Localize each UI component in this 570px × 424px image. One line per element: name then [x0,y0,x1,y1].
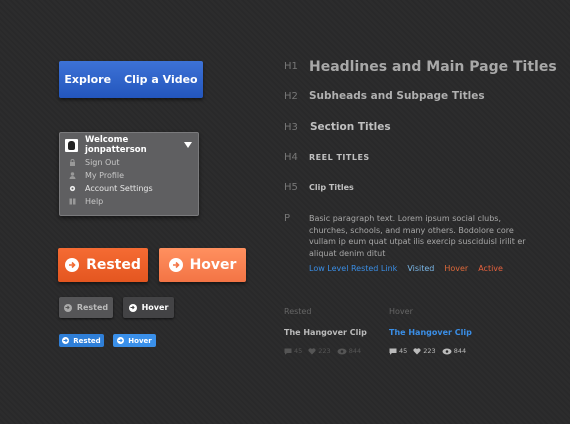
h3-sample: Section Titles [310,121,391,133]
hover-caption: Hover [389,307,413,316]
link-states: Low Level Rested Link Visited Hover Acti… [309,264,503,273]
rested-link[interactable]: Low Level Rested Link [309,264,397,273]
hover-large-button[interactable]: Hover [159,248,246,282]
paragraph-sample: Basic paragraph text. Lorem ipsum social… [309,214,526,258]
p-tag: P [284,213,291,224]
h5-tag: H5 [284,182,298,193]
visited-link[interactable]: Visited [407,264,434,273]
comment-count: 45 [399,347,408,355]
heart-icon [413,347,421,354]
button-label: Rested [76,303,109,312]
rested-small-button[interactable]: Rested [59,297,113,318]
menu-item-help[interactable]: Help [69,197,103,206]
welcome-label: Welcome jonpatterson [85,135,147,155]
menu-item-my-profile[interactable]: My Profile [69,171,124,180]
like-count: 223 [423,347,436,355]
h3-tag: H3 [284,122,298,133]
view-count: 844 [348,347,362,355]
arrow-right-icon [128,303,137,312]
h4-sample: REEL TITLES [309,153,370,162]
button-label: Rested [86,257,141,273]
hover-small-button[interactable]: Hover [123,297,174,318]
caret-down-icon[interactable] [184,142,192,148]
nav-bar: Explore Clip a Video [59,61,203,98]
h5-sample: Clip Titles [309,183,354,192]
arrow-right-icon [65,258,80,272]
book-icon [69,198,76,205]
button-label: Rested [73,336,101,345]
menu-item-label: Sign Out [85,158,120,167]
heart-icon [308,347,316,354]
h2-sample: Subheads and Subpage Titles [309,90,485,102]
h2-tag: H2 [284,91,298,102]
active-link[interactable]: Active [478,264,503,273]
comment-count: 45 [294,347,303,355]
h1-tag: H1 [284,61,298,72]
button-label: Hover [189,257,237,273]
rested-tiny-button[interactable]: Rested [59,334,104,347]
hover-tiny-button[interactable]: Hover [113,334,156,347]
dropdown-header[interactable]: Welcome jonpatterson [65,135,192,155]
eye-icon [442,348,452,354]
clip-a-video-link[interactable]: Clip a Video [124,73,198,86]
hover-link[interactable]: Hover [444,264,468,273]
hover-clip-stats: 45 223 844 [389,347,466,355]
h4-tag: H4 [284,152,298,163]
user-dropdown-menu: Welcome jonpatterson Sign Out My Profile… [59,132,199,216]
comment-icon [389,348,397,355]
arrow-right-icon [168,258,183,272]
gear-icon [69,185,76,192]
button-label: Hover [128,336,152,345]
hover-clip-title[interactable]: The Hangover Clip [389,328,472,337]
rested-large-button[interactable]: Rested [58,248,148,282]
lock-icon [69,159,76,166]
h1-sample: Headlines and Main Page Titles [309,59,557,75]
like-count: 223 [318,347,331,355]
menu-item-account-settings[interactable]: Account Settings [69,184,153,193]
arrow-right-icon [63,303,72,312]
menu-item-label: Help [85,197,104,206]
menu-item-sign-out[interactable]: Sign Out [69,158,120,167]
view-count: 844 [453,347,467,355]
button-label: Hover [141,303,169,312]
arrow-right-icon [62,337,70,344]
rested-caption: Rested [284,307,312,316]
eye-icon [337,348,347,354]
rested-clip-stats: 45 223 844 [284,347,361,355]
arrow-right-icon [117,337,125,344]
person-icon [69,172,76,179]
menu-item-label: My Profile [85,171,125,180]
menu-item-label: Account Settings [85,184,153,193]
avatar [65,138,78,152]
comment-icon [284,348,292,355]
explore-link[interactable]: Explore [64,73,111,86]
rested-clip-title[interactable]: The Hangover Clip [284,328,367,337]
